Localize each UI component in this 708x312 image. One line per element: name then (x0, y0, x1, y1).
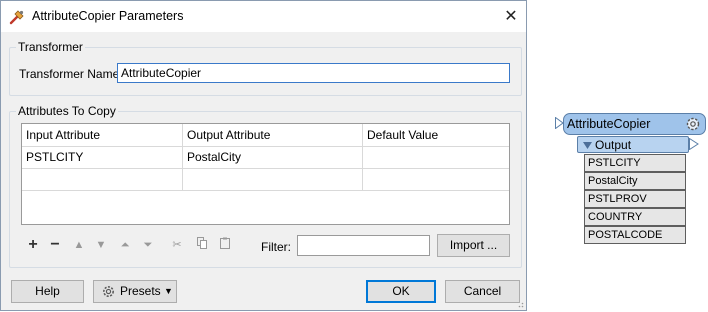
presets-button[interactable]: Presets ▼ (93, 280, 177, 303)
column-header-input[interactable]: Input Attribute (22, 124, 182, 146)
transformer-tool-icon (9, 10, 24, 25)
ok-button[interactable]: OK (366, 280, 436, 303)
move-top-icon[interactable]: ⏶ (117, 237, 133, 253)
chevron-down-icon[interactable] (583, 142, 592, 149)
paste-icon[interactable] (217, 237, 233, 253)
dialog-title: AttributeCopier Parameters (32, 9, 184, 23)
output-attribute-item[interactable]: POSTALCODE (584, 226, 686, 244)
transformer-node[interactable]: AttributeCopier (563, 113, 706, 135)
cancel-button[interactable]: Cancel (445, 280, 520, 303)
input-attribute-cell[interactable] (22, 168, 182, 190)
title-bar: AttributeCopier Parameters ✕ (1, 1, 526, 32)
default-value-cell[interactable] (363, 168, 509, 190)
move-bottom-icon[interactable]: ⏷ (140, 237, 156, 253)
filter-label: Filter: (261, 240, 291, 254)
transformer-group-label: Transformer (16, 40, 85, 54)
attributes-group-label: Attributes To Copy (16, 104, 118, 118)
remove-icon[interactable]: − (47, 237, 63, 253)
gear-icon (103, 286, 114, 297)
row-divider (22, 190, 509, 191)
filter-input[interactable] (297, 235, 430, 256)
parameters-dialog: AttributeCopier Parameters ✕ Transformer… (0, 0, 527, 311)
output-attribute-cell[interactable] (183, 168, 363, 190)
close-button[interactable]: ✕ (496, 1, 526, 32)
presets-label: Presets (120, 284, 161, 298)
attributes-table[interactable]: Input Attribute Output Attribute Default… (21, 123, 510, 225)
resize-grip-icon[interactable] (516, 300, 524, 308)
gear-icon[interactable] (685, 116, 701, 132)
output-attribute-cell[interactable]: PostalCity (183, 146, 363, 168)
copy-icon[interactable] (194, 237, 210, 253)
transformer-name-input[interactable] (117, 63, 510, 83)
transformer-node-title: AttributeCopier (567, 117, 651, 131)
transformer-name-label: Transformer Name: (19, 67, 123, 81)
output-attribute-item[interactable]: PostalCity (584, 172, 686, 190)
help-button[interactable]: Help (11, 280, 84, 303)
column-header-output[interactable]: Output Attribute (183, 124, 363, 146)
output-port-header[interactable]: Output (577, 136, 689, 153)
move-down-icon[interactable]: ▼ (93, 237, 109, 253)
input-attribute-cell[interactable]: PSTLCITY (22, 146, 182, 168)
add-icon[interactable]: + (25, 237, 41, 253)
move-up-icon[interactable]: ▲ (71, 237, 87, 253)
output-port-label: Output (595, 138, 632, 152)
output-port-icon[interactable] (689, 138, 699, 150)
close-icon: ✕ (504, 8, 518, 25)
default-value-cell[interactable] (363, 146, 509, 168)
import-button[interactable]: Import ... (437, 234, 510, 257)
column-header-default[interactable]: Default Value (363, 124, 509, 146)
output-attribute-item[interactable]: PSTLCITY (584, 154, 686, 172)
cut-icon[interactable]: ✂ (169, 237, 185, 253)
output-attribute-item[interactable]: COUNTRY (584, 208, 686, 226)
output-attribute-item[interactable]: PSTLPROV (584, 190, 686, 208)
chevron-down-icon: ▼ (164, 286, 173, 296)
